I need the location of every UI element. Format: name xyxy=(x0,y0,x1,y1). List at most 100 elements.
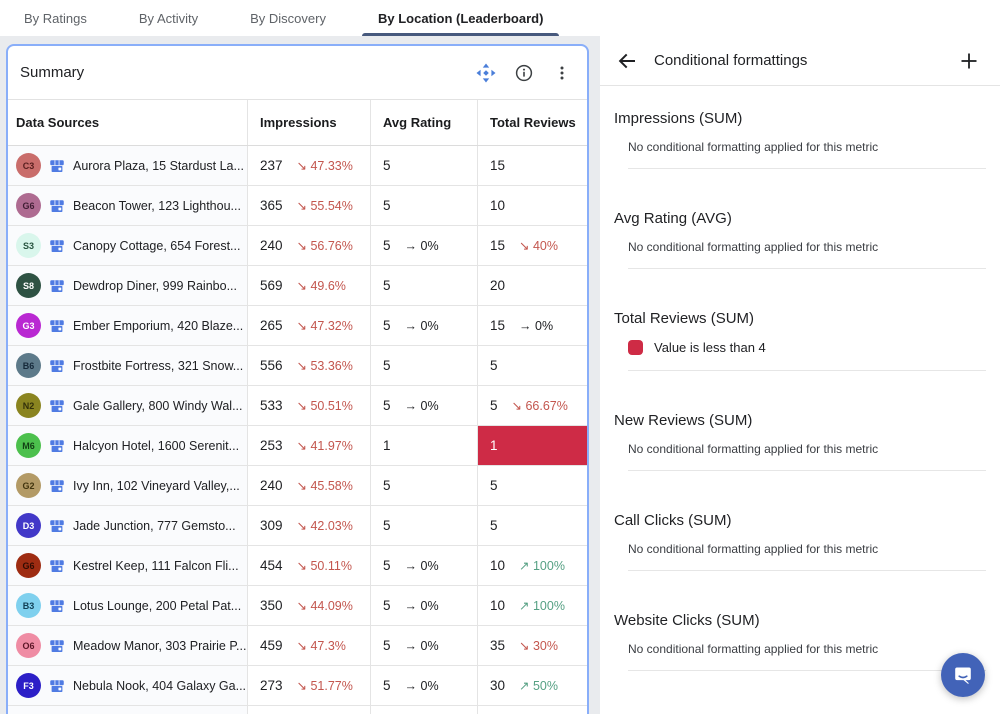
tab-by-ratings[interactable]: By Ratings xyxy=(8,0,103,36)
total-reviews-value: 5 xyxy=(490,398,498,413)
impressions-value: 454 xyxy=(260,558,283,573)
location-name: Nebula Nook, 404 Galaxy Ga... xyxy=(73,679,246,693)
total-reviews-value: 5 xyxy=(490,478,498,493)
avg-rating-value: 5 xyxy=(383,278,391,293)
column-header: Avg Rating xyxy=(370,100,477,145)
app-screen: By Ratings By Activity By Discovery By Loca… xyxy=(0,0,1000,714)
avg-rating-value: 1 xyxy=(383,438,391,453)
avg-rating-value: 5 xyxy=(383,598,391,613)
data-source-cell: G3 Ember Emporium, 420 Blaze... xyxy=(8,306,247,345)
move-icon[interactable] xyxy=(475,62,497,84)
no-formatting-note: No conditional formatting applied for th… xyxy=(628,542,986,556)
total-reviews-cell: 1 xyxy=(477,426,587,465)
delta-down: ↘ 42.03% xyxy=(297,518,353,533)
data-source-cell: B6Frostbite Fortress, 321 Snow... xyxy=(8,346,247,385)
report-canvas: Summary xyxy=(0,36,600,714)
table-row: C3 Aurora Plaza, 15 Stardust La... 237 ↘ 47… xyxy=(8,146,587,186)
panel-body: Impressions (SUM) No conditional formatti… xyxy=(600,86,1000,714)
summary-table: Data SourcesImpressionsAvg RatingTotal R… xyxy=(8,100,587,714)
avg-rating-value: 5 xyxy=(383,318,391,333)
avg-rating-value: 5 xyxy=(383,158,391,173)
tab-by-activity[interactable]: By Activity xyxy=(123,0,214,36)
total-reviews-value: 5 xyxy=(490,518,498,533)
total-reviews-value: 10 xyxy=(490,598,505,613)
data-source-cell: G6Beacon Tower, 123 Lighthou... xyxy=(8,186,247,225)
section-divider xyxy=(628,670,986,671)
location-name: Gale Gallery, 800 Windy Wal... xyxy=(73,399,243,413)
location-badge: D3 xyxy=(16,513,41,538)
chat-launcher-icon[interactable] xyxy=(941,653,985,697)
impressions-cell: 237 ↘ 47.33% xyxy=(247,146,370,185)
table-row-partial xyxy=(8,706,587,714)
location-badge: N2 xyxy=(16,393,41,418)
metric-title: Avg Rating (AVG) xyxy=(614,210,986,227)
avg-rating-cell: 1 xyxy=(370,426,477,465)
table-row: M6Halcyon Hotel, 1600 Serenit...253↘ 41.… xyxy=(8,426,587,466)
formatting-rule[interactable]: Value is less than 4 xyxy=(628,340,986,355)
total-reviews-cell: 10 xyxy=(477,186,587,225)
delta-down: ↘ 47.33% xyxy=(297,158,353,173)
delta-flat: → 0% xyxy=(405,639,439,653)
location-name: Aurora Plaza, 15 Stardust La... xyxy=(73,159,244,173)
table-row: S3Canopy Cottage, 654 Forest...240↘ 56.7… xyxy=(8,226,587,266)
back-arrow-icon[interactable] xyxy=(616,50,638,72)
section-divider xyxy=(628,168,986,169)
rule-color-swatch xyxy=(628,340,643,355)
metric-title: Impressions (SUM) xyxy=(614,110,986,127)
impressions-value: 350 xyxy=(260,598,283,613)
delta-down: ↘ 66.67% xyxy=(512,398,568,413)
impressions-value: 365 xyxy=(260,198,283,213)
total-reviews-cell: 15→ 0% xyxy=(477,306,587,345)
metric-section: Avg Rating (AVG)No conditional formattin… xyxy=(614,210,986,269)
location-badge: M6 xyxy=(16,433,41,458)
delta-up: ↗ 50% xyxy=(519,678,558,693)
data-source-cell: M6Halcyon Hotel, 1600 Serenit... xyxy=(8,426,247,465)
impressions-value: 459 xyxy=(260,638,283,653)
location-badge: G3 xyxy=(16,313,41,338)
metric-section: New Reviews (SUM)No conditional formatti… xyxy=(614,412,986,471)
total-reviews-value: 10 xyxy=(490,198,505,213)
data-source-cell: B3Lotus Lounge, 200 Petal Pat... xyxy=(8,586,247,625)
total-reviews-cell: 35↘ 30% xyxy=(477,626,587,665)
delta-down: ↘ 49.6% xyxy=(297,278,346,293)
total-reviews-cell: 5 xyxy=(477,346,587,385)
location-name: Ivy Inn, 102 Vineyard Valley,... xyxy=(73,479,240,493)
tab-by-discovery[interactable]: By Discovery xyxy=(234,0,342,36)
location-name: Canopy Cottage, 654 Forest... xyxy=(73,239,240,253)
summary-table-card[interactable]: Summary xyxy=(6,44,589,714)
total-reviews-cell: 15↘ 40% xyxy=(477,226,587,265)
impressions-value: 237 xyxy=(260,158,283,173)
delta-down: ↘ 44.09% xyxy=(297,598,353,613)
delta-up: ↗ 100% xyxy=(519,558,565,573)
delta-down: ↘ 55.54% xyxy=(297,198,353,213)
impressions-cell: 273↘ 51.77% xyxy=(247,666,370,705)
section-divider xyxy=(628,268,986,269)
avg-rating-cell: 5 xyxy=(370,346,477,385)
data-source-cell: C3 Aurora Plaza, 15 Stardust La... xyxy=(8,146,247,185)
avg-rating-value: 5 xyxy=(383,398,391,413)
table-row: B6Frostbite Fortress, 321 Snow...556↘ 53… xyxy=(8,346,587,386)
avg-rating-cell: 5 xyxy=(370,266,477,305)
total-reviews-value: 30 xyxy=(490,678,505,693)
tab-by-location-leaderboard[interactable]: By Location (Leaderboard) xyxy=(362,0,559,36)
delta-down: ↘ 47.32% xyxy=(297,318,353,333)
no-formatting-note: No conditional formatting applied for th… xyxy=(628,642,986,656)
avg-rating-value: 5 xyxy=(383,478,391,493)
location-badge: C3 xyxy=(16,153,41,178)
impressions-value: 533 xyxy=(260,398,283,413)
avg-rating-value: 5 xyxy=(383,638,391,653)
avg-rating-value: 5 xyxy=(383,358,391,373)
add-rule-icon[interactable] xyxy=(958,50,980,72)
impressions-cell: 253↘ 41.97% xyxy=(247,426,370,465)
info-icon[interactable] xyxy=(513,62,535,84)
impressions-cell: 533↘ 50.51% xyxy=(247,386,370,425)
location-name: Ember Emporium, 420 Blaze... xyxy=(73,319,243,333)
location-badge: G6 xyxy=(16,553,41,578)
total-reviews-value: 15 xyxy=(490,318,505,333)
card-header: Summary xyxy=(8,46,587,100)
more-options-icon[interactable] xyxy=(551,62,573,84)
impressions-value: 309 xyxy=(260,518,283,533)
metric-section: Total Reviews (SUM)Value is less than 4 xyxy=(614,310,986,371)
location-badge: B3 xyxy=(16,593,41,618)
avg-rating-cell: 5→ 0% xyxy=(370,386,477,425)
